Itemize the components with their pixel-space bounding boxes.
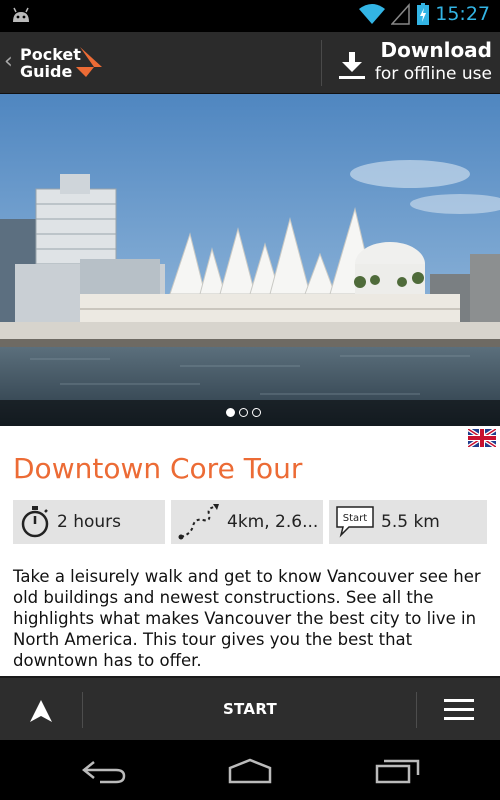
tour-title: Downtown Core Tour (13, 452, 303, 485)
tour-photo[interactable] (0, 94, 500, 426)
app-header: ‹ Pocket Guide Download for offline use (0, 32, 500, 94)
android-icon (13, 7, 29, 22)
header-divider (321, 40, 322, 86)
status-bar: 15:27 (0, 0, 500, 32)
carousel-dot-1[interactable] (226, 408, 235, 417)
wifi-icon (359, 4, 386, 24)
download-subtitle: for offline use (374, 64, 492, 84)
battery-icon (417, 3, 430, 25)
back-icon[interactable] (80, 758, 128, 784)
carousel-dot-3[interactable] (252, 408, 261, 417)
recent-apps-icon[interactable] (374, 758, 422, 784)
logo-arrow-icon (76, 47, 102, 77)
duration-text: 2 hours (57, 512, 122, 532)
route-stat: 4km, 2.6... (171, 500, 323, 544)
route-text: 4km, 2.6... (227, 512, 319, 532)
distance-text: 5.5 km (381, 512, 440, 532)
start-button[interactable]: START (200, 700, 300, 718)
bottom-action-bar: START (0, 676, 500, 740)
start-badge-label: Start (343, 513, 368, 524)
download-button[interactable]: Download for offline use (327, 38, 492, 88)
stopwatch-icon (21, 506, 49, 538)
start-badge-icon: Start (336, 506, 374, 538)
download-icon (339, 52, 365, 79)
carousel-indicator[interactable] (226, 408, 261, 417)
tour-description: Take a leisurely walk and get to know Va… (13, 567, 481, 670)
signal-icon (391, 3, 410, 25)
uk-flag-icon[interactable] (468, 429, 496, 447)
carousel-dot-2[interactable] (239, 408, 248, 417)
duration-stat: 2 hours (13, 500, 165, 544)
hamburger-menu-icon[interactable] (444, 698, 474, 722)
download-title: Download (380, 38, 492, 62)
logo-text-line2: Guide (20, 62, 73, 81)
vancouver-canada-place-image (0, 94, 500, 426)
navigation-arrow-icon[interactable] (28, 698, 54, 724)
clock: 15:27 (435, 3, 490, 25)
route-icon (178, 504, 219, 540)
distance-stat: Start 5.5 km (329, 500, 487, 544)
action-divider-left (82, 692, 83, 728)
logo-text-line1: Pocket (20, 45, 81, 64)
home-icon[interactable] (226, 758, 274, 784)
pocket-guide-logo[interactable]: Pocket Guide (20, 45, 110, 81)
tour-details: Downtown Core Tour 2 hours 4km, 2.6... S… (0, 426, 500, 676)
back-chevron-icon[interactable]: ‹ (4, 49, 13, 74)
action-divider-right (416, 692, 417, 728)
system-navigation-bar (0, 740, 500, 800)
